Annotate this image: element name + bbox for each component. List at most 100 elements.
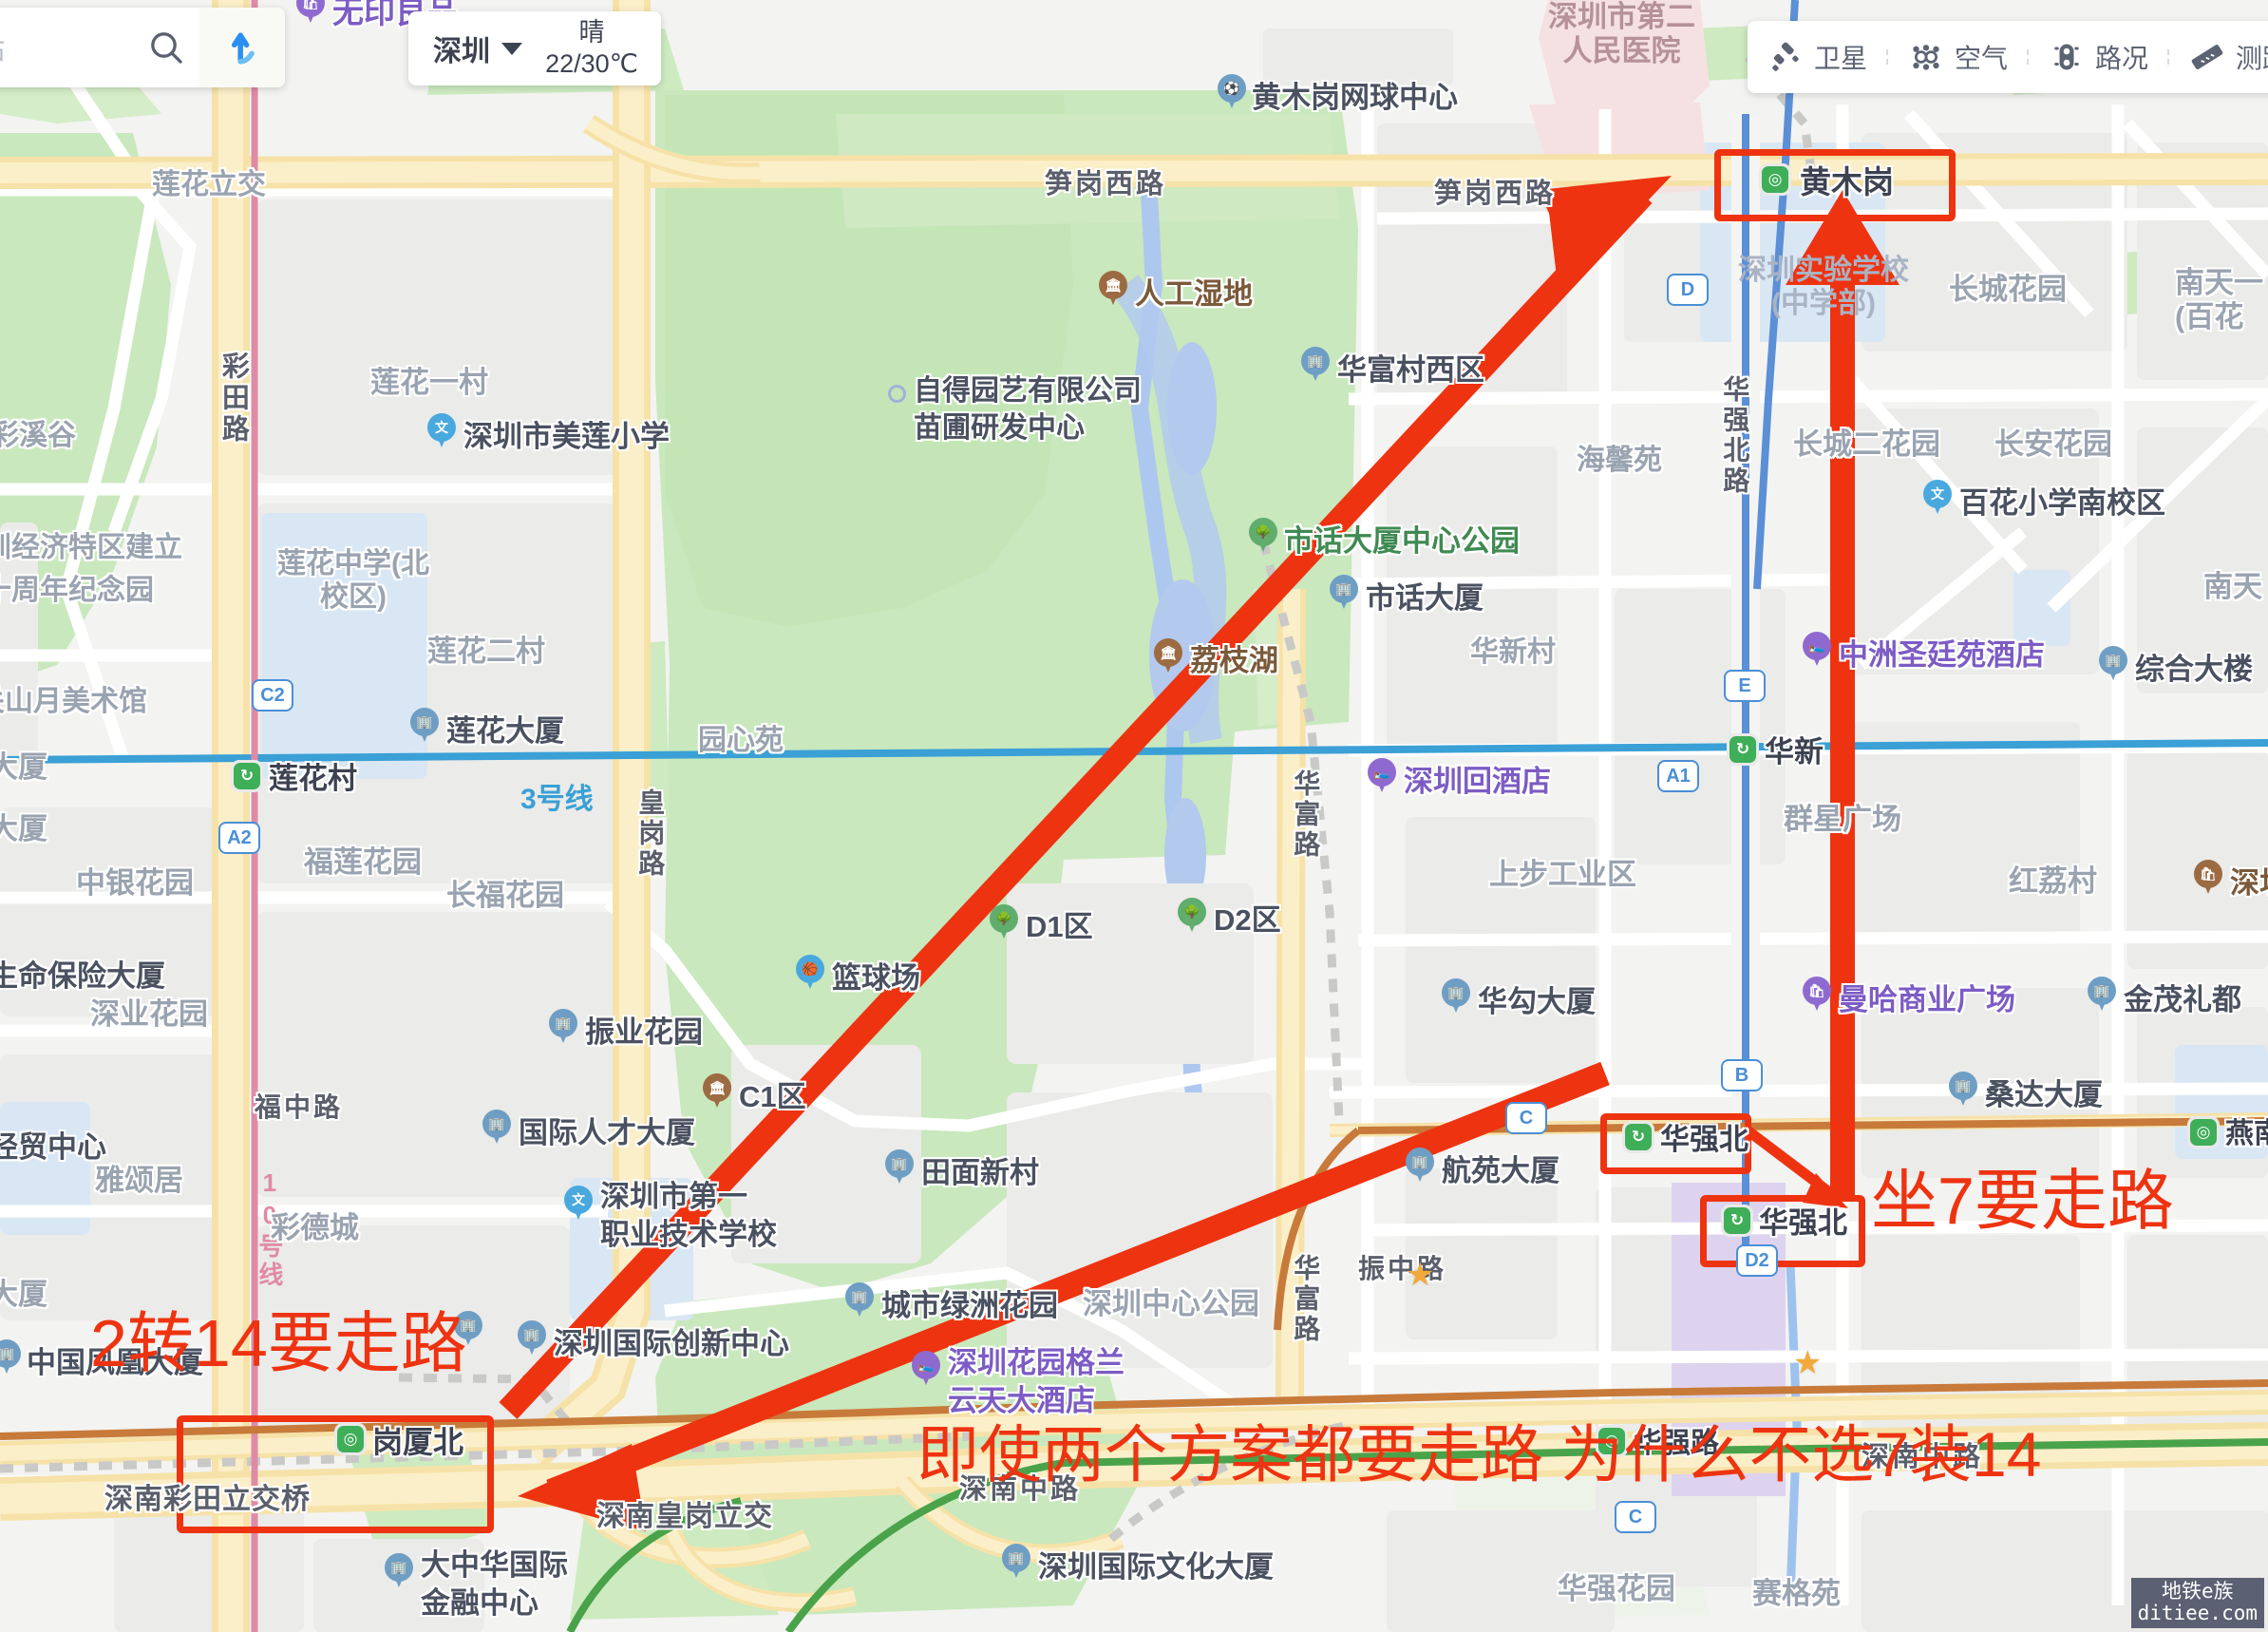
poi-pin-zhongzhou-hotel[interactable]: 🛌 [1803, 632, 1831, 668]
poi-pin-d1[interactable]: 🌳 [990, 904, 1018, 940]
poi-label-d2[interactable]: D2区 [1214, 903, 1281, 938]
poi-pin-muji[interactable]: 🛍 [296, 0, 325, 25]
poi-pin-huangmugang-tennis[interactable]: ⚽ [1218, 74, 1246, 110]
exit-badge-c2[interactable]: C2 [252, 679, 293, 712]
poi-label-huagou-building[interactable]: 华勾大厦 [1478, 985, 1596, 1019]
poi-label-lianhua-building[interactable]: 莲花大厦 [446, 714, 564, 749]
poi-label-manha-plaza[interactable]: 曼哈商业广场 [1839, 983, 2015, 1017]
poi-label-shenzhenhui-hotel[interactable]: 深圳回酒店 [1404, 765, 1551, 799]
poi-pin-rengongshidi[interactable]: 🏛 [1099, 271, 1127, 307]
station-label-huaxin[interactable]: 华新 [1765, 735, 1824, 769]
poi-pin-meilian-primary[interactable]: 文 [427, 413, 456, 449]
station-label-gangxiabei[interactable]: 岗厦北 [372, 1425, 463, 1460]
poi-label-meilian-primary[interactable]: 深圳市美莲小学 [463, 420, 670, 454]
poi-pin-zhenye-garden[interactable]: 🏢 [549, 1009, 577, 1045]
poi-label-huafucun-west[interactable]: 华富村西区 [1337, 353, 1484, 388]
poi-label-zhenye-garden[interactable]: 振业花园 [585, 1015, 703, 1050]
poi-label-shihua-park[interactable]: 市话大厦中心公园 [1284, 524, 1520, 559]
poi-pin-lianhua-building[interactable]: 🏢 [410, 708, 439, 744]
poi-pin-jinmao-lidu[interactable]: 🏢 [2088, 977, 2116, 1013]
exit-badge-a1[interactable]: A1 [1657, 760, 1699, 792]
map-toolbar[interactable]: 卫星 空气 路况 测 [1748, 21, 2268, 93]
search-icon[interactable] [133, 28, 199, 66]
poi-label-zide-gardening[interactable]: 自得园艺有限公司 苗圃研发中心 [914, 372, 1142, 446]
toolbar-item-measure[interactable]: 测距 [2169, 38, 2268, 76]
poi-label-d1[interactable]: D1区 [1026, 910, 1093, 944]
poi-pin-zhongguo-fenghuang-building[interactable]: 🏢 [0, 1339, 21, 1376]
poi-pin-shihua-park[interactable]: 🌳 [1249, 518, 1277, 554]
city-selector[interactable]: 深圳 晴 22/30℃ [408, 11, 661, 85]
exit-badge-b[interactable]: B [1721, 1059, 1763, 1091]
station-label-huangmugang[interactable]: 黄木岗 [1800, 164, 1894, 200]
poi-label-lizhi-lake[interactable]: 荔枝湖 [1190, 644, 1278, 678]
poi-label-baihua-primary-south[interactable]: 百花小学南校区 [1959, 486, 2165, 521]
poi-label-vocational-school[interactable]: 深圳市第一 职业技术学校 [600, 1178, 777, 1255]
poi-label-hangyuan-building[interactable]: 航苑大厦 [1442, 1154, 1559, 1188]
station-label-yannan[interactable]: 燕南 [2225, 1118, 2268, 1151]
poi-label-shihua-building[interactable]: 市话大厦 [1366, 581, 1484, 616]
poi-pin-vocational-school[interactable]: 文 [564, 1186, 593, 1222]
exit-badge-d2[interactable]: D2 [1736, 1244, 1778, 1277]
exit-badge-a2[interactable]: A2 [218, 822, 260, 854]
poi-label-shenzhen-shop[interactable]: 深圳 [2230, 866, 2268, 901]
poi-pin-d2[interactable]: 🌳 [1178, 898, 1206, 934]
exit-badge-c-bottom[interactable]: C [1615, 1501, 1656, 1533]
poi-pin-innovation-center[interactable]: 🏢 [518, 1320, 546, 1357]
station-icon-lianhuacun[interactable]: ↻ [231, 760, 263, 792]
station-icon-huaqiangbei-lower[interactable]: ↻ [1721, 1205, 1753, 1237]
star-poi-2[interactable]: ★ [1793, 1347, 1822, 1379]
poi-pin-talent-building[interactable]: 🏢 [482, 1110, 511, 1146]
poi-label-international-culture-building[interactable]: 深圳国际文化大厦 [1038, 1550, 1274, 1585]
poi-label-c1[interactable]: C1区 [739, 1080, 806, 1114]
station-label-lianhuacun[interactable]: 莲花村 [269, 762, 357, 796]
poi-label-huangmugang-tennis[interactable]: 黄木岗网球中心 [1252, 81, 1458, 115]
poi-pin-international-culture-building[interactable]: 🏢 [1002, 1544, 1030, 1580]
poi-label-innovation-center[interactable]: 深圳国际创新中心 [554, 1327, 789, 1361]
poi-pin-basketball-court[interactable]: 🏀 [796, 955, 824, 991]
poi-label-rengongshidi[interactable]: 人工湿地 [1135, 277, 1253, 312]
poi-label-dazhonghua-financial-center[interactable]: 大中华国际 金融中心 [421, 1547, 568, 1623]
poi-pin-sangda-building[interactable]: 🏢 [1949, 1072, 1977, 1108]
poi-label-jinmao-lidu[interactable]: 金茂礼都 [2124, 983, 2241, 1017]
exit-badge-e[interactable]: E [1724, 670, 1766, 702]
poi-label-tianmian-village[interactable]: 田面新村 [921, 1156, 1039, 1190]
station-label-huaqiangbei-lower[interactable]: 华强北 [1759, 1206, 1847, 1241]
station-icon-gangxiabei[interactable]: ◎ [334, 1423, 367, 1455]
poi-pin-gelan-yuntian-hotel[interactable]: 🛌 [912, 1351, 940, 1387]
exit-badge-d[interactable]: D [1667, 274, 1709, 306]
poi-pin-huafucun-west[interactable]: 🏢 [1301, 347, 1330, 383]
weather-widget[interactable]: 晴 22/30℃ [545, 17, 638, 80]
poi-pin-shenzhenhui-hotel[interactable]: 🛌 [1368, 758, 1396, 794]
city-name[interactable]: 深圳 [433, 28, 490, 69]
poi-pin-c1[interactable]: 🏛 [703, 1073, 731, 1110]
map-canvas[interactable] [0, 0, 2268, 1632]
poi-pin-dazhonghua-financial-center[interactable]: 🏢 [385, 1553, 413, 1589]
poi-pin-manha-plaza[interactable]: 🛍 [1803, 977, 1831, 1013]
poi-pin-shihua-building[interactable]: 🏢 [1330, 575, 1358, 611]
station-icon-huangmugang[interactable]: ◎ [1759, 163, 1791, 196]
exit-badge-c[interactable]: C [1505, 1102, 1547, 1134]
poi-pin-baihua-primary-south[interactable]: 文 [1923, 480, 1952, 516]
poi-label-sangda-building[interactable]: 桑达大厦 [1985, 1078, 2103, 1112]
station-icon-huaxin[interactable]: ↻ [1727, 733, 1759, 766]
poi-label-basketball-court[interactable]: 篮球场 [832, 961, 920, 996]
poi-pin-huagou-building[interactable]: 🏢 [1442, 978, 1470, 1015]
poi-pin-shenzhen-shop[interactable]: 🛍 [2194, 860, 2222, 896]
poi-pin-tianmian-village[interactable]: 🏢 [885, 1149, 914, 1186]
route-arrow-icon[interactable] [199, 8, 285, 87]
poi-label-talent-building[interactable]: 国际人才大厦 [519, 1116, 695, 1150]
star-poi-1[interactable]: ★ [1406, 1259, 1434, 1291]
station-icon-huaqiangbei-upper[interactable]: ↻ [1622, 1121, 1654, 1153]
poi-label-jingmao-center[interactable]: 经贸中心 [0, 1130, 106, 1165]
toolbar-item-traffic[interactable]: 路况 [2029, 38, 2170, 76]
poi-pin-hangyuan-building[interactable]: 🏢 [1406, 1148, 1434, 1184]
poi-pin-zonghe-building[interactable]: 🏢 [2099, 646, 2127, 682]
poi-label-life-insurance-building[interactable]: 生命保险大厦 [0, 959, 165, 994]
toolbar-item-air[interactable]: 空气 [1888, 38, 2030, 76]
toolbar-item-satellite[interactable]: 卫星 [1748, 38, 1889, 76]
poi-label-zhongzhou-hotel[interactable]: 中洲圣廷苑酒店 [1839, 638, 2045, 673]
poi-label-chengshilvzhou[interactable]: 城市绿洲花园 [881, 1289, 1058, 1323]
poi-pin-lizhi-lake[interactable]: 🏛 [1154, 638, 1182, 674]
station-icon-yannan[interactable]: ◎ [2187, 1116, 2220, 1148]
poi-label-zonghe-building[interactable]: 综合大楼 [2135, 653, 2253, 687]
